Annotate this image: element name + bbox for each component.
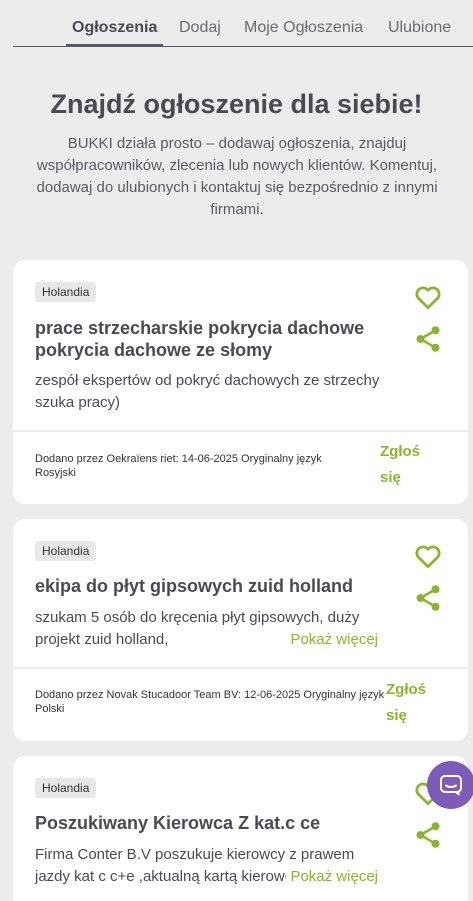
description-line: Firma Conter B.V poszukuje kierowcy z pr… (35, 846, 355, 863)
show-more-link[interactable]: Pokaż więcej (286, 868, 378, 885)
active-tab-indicator (66, 44, 163, 47)
listing-card[interactable]: Holandia Poszukiwany Kierowca Z kat.c ce… (13, 756, 468, 901)
top-tab-bar: Ogłoszenia Dodaj Moje Ogłoszenia Ulubion… (0, 0, 473, 48)
card-divider (13, 667, 468, 669)
tab-ulubione[interactable]: Ulubione (388, 19, 451, 37)
country-badge: Holandia (35, 541, 97, 561)
favorite-heart-icon[interactable] (413, 541, 443, 571)
listing-card[interactable]: Holandia ekipa do płyt gipsowych zuid ho… (13, 519, 468, 741)
listing-title[interactable]: prace strzecharskie pokrycia dachowe pok… (35, 317, 380, 361)
favorite-heart-icon[interactable] (413, 282, 443, 312)
listing-description: zespół ekspertów od pokryć dachowych ze … (35, 372, 380, 411)
chat-launcher-button[interactable] (427, 761, 473, 809)
listing-meta: Dodano przez Oekraïens riet: 14-06-2025 … (35, 453, 322, 479)
show-more-link[interactable]: Pokaż więcej (286, 631, 378, 648)
report-link[interactable]: Zgłoś się (380, 439, 440, 491)
listing-card[interactable]: Holandia prace strzecharskie pokrycia da… (13, 260, 468, 504)
tab-moje-ogloszenia[interactable]: Moje Ogłoszenia (244, 19, 363, 37)
listing-meta: Dodano przez Novak Stucadoor Team BV: 12… (35, 689, 385, 715)
tab-dodaj[interactable]: Dodaj (179, 19, 221, 37)
chat-bubble-icon (440, 775, 462, 796)
listing-title[interactable]: ekipa do płyt gipsowych zuid holland (35, 575, 380, 597)
card-divider (13, 430, 468, 432)
page-title: Znajdź ogłoszenie dla siebie! (50, 89, 423, 119)
country-badge: Holandia (35, 282, 97, 302)
description-line: szukam 5 osób do kręcenia płyt gipsowych… (35, 609, 360, 626)
share-icon[interactable] (413, 820, 443, 850)
tab-ogloszenia[interactable]: Ogłoszenia (72, 19, 157, 37)
listing-title[interactable]: Poszukiwany Kierowca Z kat.c ce (35, 812, 380, 834)
share-icon[interactable] (413, 583, 443, 613)
page-description: BUKKI działa prosto – dodawaj ogłoszenia… (36, 135, 438, 218)
report-link[interactable]: Zgłoś się (386, 677, 438, 729)
country-badge: Holandia (35, 778, 97, 798)
share-icon[interactable] (413, 324, 443, 354)
